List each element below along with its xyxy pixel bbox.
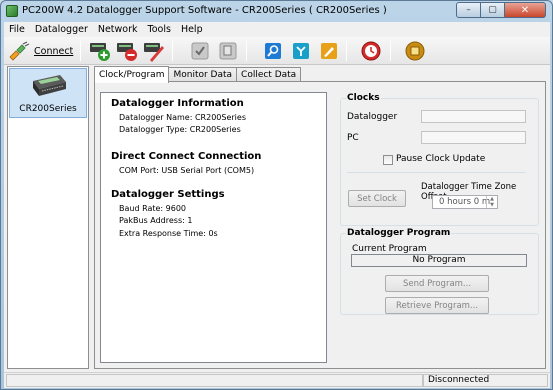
send-program-button[interactable]: Send Program...	[385, 275, 489, 292]
datalogger-type: Datalogger Type: CR200Series	[119, 125, 241, 134]
spin-down-icon[interactable]: ▼	[487, 202, 497, 208]
network-icon	[293, 43, 309, 59]
edit-datalogger-icon	[144, 43, 164, 62]
station-item[interactable]: CR200Series	[9, 68, 87, 118]
pakbus-address: PakBus Address: 1	[119, 216, 193, 225]
app-icon	[6, 5, 18, 17]
edit-datalogger-button[interactable]	[142, 40, 166, 62]
toolbar: Connect	[4, 37, 550, 65]
window-title: PC200W 4.2 Datalogger Support Software -…	[22, 5, 387, 16]
pc-clock-field	[421, 131, 526, 144]
clocks-group: Clocks Datalogger PC Pause Clock Update …	[340, 93, 539, 226]
com-port: COM Port: USB Serial Port (COM5)	[119, 166, 255, 175]
datalogger-info-panel: Datalogger Information Datalogger Name: …	[100, 92, 327, 363]
menu-network[interactable]: Network	[93, 24, 143, 35]
connection-title: Direct Connect Connection	[111, 151, 262, 162]
set-clock-button[interactable]: Set Clock	[348, 190, 406, 207]
datalogger-device-icon	[33, 75, 66, 96]
program-title: Datalogger Program	[346, 228, 452, 238]
edit-note-icon	[321, 43, 337, 59]
remove-datalogger-icon	[117, 43, 137, 61]
window-controls: – ▢ ✕	[456, 2, 546, 19]
tab-collect-data[interactable]: Collect Data	[236, 67, 302, 82]
tab-bar: Clock/Program Monitor Data Collect Data	[94, 66, 302, 83]
edit-note-button[interactable]	[317, 40, 341, 62]
check-icon	[191, 42, 209, 60]
minimize-button[interactable]: –	[456, 2, 481, 18]
app-window: PC200W 4.2 Datalogger Support Software -…	[0, 0, 553, 390]
add-datalogger-button[interactable]	[88, 40, 112, 62]
current-program-field: No Program	[351, 254, 527, 267]
remove-datalogger-button[interactable]	[115, 40, 139, 62]
datalogger-clock-label: Datalogger	[347, 112, 398, 122]
station-list: CR200Series	[7, 66, 89, 369]
toolbar-separator	[390, 41, 391, 61]
menu-bar: File Datalogger Network Tools Help	[4, 22, 550, 37]
add-datalogger-icon	[90, 43, 110, 61]
close-button[interactable]: ✕	[505, 2, 546, 18]
connect-label: Connect	[34, 45, 74, 57]
program-group: Datalogger Program Current Program No Pr…	[340, 228, 539, 315]
tab-monitor-data[interactable]: Monitor Data	[168, 67, 238, 82]
settings-title: Datalogger Settings	[111, 189, 225, 200]
datalogger-clock-field	[421, 110, 526, 123]
search-button[interactable]	[261, 40, 285, 62]
box-icon	[405, 41, 425, 61]
tz-offset-value: 0 hours 0 m	[439, 197, 491, 207]
maximize-button[interactable]: ▢	[481, 2, 505, 18]
retrieve-program-button[interactable]: Retrieve Program...	[385, 297, 489, 314]
pause-clock-checkbox[interactable]	[383, 155, 393, 165]
copy-button[interactable]	[216, 40, 240, 62]
tab-clock-program[interactable]: Clock/Program	[94, 66, 170, 83]
copy-icon	[219, 42, 237, 60]
toolbar-separator	[246, 41, 247, 61]
datalogger-name: Datalogger Name: CR200Series	[119, 113, 246, 122]
tz-offset-spinner[interactable]: 0 hours 0 m ▲ ▼	[432, 195, 498, 209]
clock-icon	[361, 41, 381, 61]
pause-clock-label: Pause Clock Update	[396, 154, 486, 164]
menu-help[interactable]: Help	[176, 24, 208, 35]
toolbar-separator	[80, 41, 81, 61]
box-button[interactable]	[403, 40, 427, 62]
status-cell-empty	[6, 374, 423, 387]
menu-tools[interactable]: Tools	[143, 24, 176, 35]
status-bar: Disconnected	[4, 372, 550, 388]
main-area: CR200Series Clock/Program Monitor Data C…	[4, 65, 550, 372]
clock-program-page: Datalogger Information Datalogger Name: …	[94, 81, 546, 369]
title-bar[interactable]: PC200W 4.2 Datalogger Support Software -…	[1, 1, 552, 22]
clocks-title: Clocks	[346, 93, 381, 103]
pc-clock-label: PC	[347, 133, 359, 143]
divider	[347, 172, 526, 173]
check-button[interactable]	[188, 40, 212, 62]
connect-icon	[9, 41, 30, 61]
menu-file[interactable]: File	[4, 24, 30, 35]
tz-spin-buttons[interactable]: ▲ ▼	[486, 196, 497, 208]
clock-button[interactable]	[359, 40, 383, 62]
current-program-label: Current Program	[352, 244, 427, 254]
baud-rate: Baud Rate: 9600	[119, 204, 187, 213]
menu-datalogger[interactable]: Datalogger	[30, 24, 93, 35]
network-button[interactable]	[289, 40, 313, 62]
toolbar-separator	[346, 41, 347, 61]
station-label: CR200Series	[19, 104, 77, 114]
search-icon	[265, 43, 281, 59]
connection-status: Disconnected	[423, 374, 548, 387]
extra-response-time: Extra Response Time: 0s	[119, 229, 218, 238]
toolbar-separator	[172, 41, 173, 61]
datalogger-info-title: Datalogger Information	[111, 98, 244, 109]
connect-button[interactable]: Connect	[8, 40, 74, 62]
